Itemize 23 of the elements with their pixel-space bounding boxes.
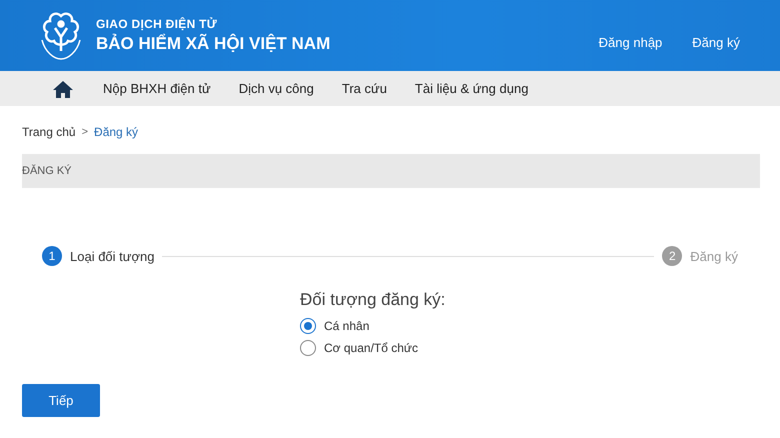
- radio-label: Cơ quan/Tổ chức: [324, 341, 418, 355]
- nav-item[interactable]: Nộp BHXH điện tử: [103, 81, 211, 96]
- nav-item[interactable]: Tài liệu & ứng dụng: [414, 81, 528, 96]
- header-link[interactable]: Đăng nhập: [598, 35, 662, 50]
- radio-label: Cá nhân: [324, 319, 370, 333]
- breadcrumb-link[interactable]: Trang chủ: [22, 125, 76, 139]
- next-button[interactable]: Tiếp: [22, 384, 100, 417]
- radio-button[interactable]: [300, 340, 316, 356]
- radio-button[interactable]: [300, 318, 316, 334]
- section-title: ĐĂNG KÝ: [22, 165, 72, 177]
- breadcrumb-separator: >: [82, 126, 88, 138]
- step-number: 2: [662, 246, 682, 266]
- site-title: BẢO HIỂM XÃ HỘI VIỆT NAM: [96, 34, 330, 54]
- step-label: Loại đối tượng: [70, 248, 154, 264]
- breadcrumb-current: Đăng ký: [94, 125, 138, 139]
- nav-item[interactable]: Dịch vụ công: [238, 81, 314, 96]
- form-label: Đối tượng đăng ký:: [300, 290, 446, 310]
- home-icon[interactable]: [53, 80, 73, 98]
- step-number: 1: [42, 246, 62, 266]
- step-label: Đăng ký: [690, 248, 738, 264]
- site-subtitle: GIAO DỊCH ĐIỆN TỬ: [96, 17, 218, 31]
- nav-item[interactable]: Tra cứu: [342, 81, 387, 96]
- header-link[interactable]: Đăng ký: [692, 35, 740, 50]
